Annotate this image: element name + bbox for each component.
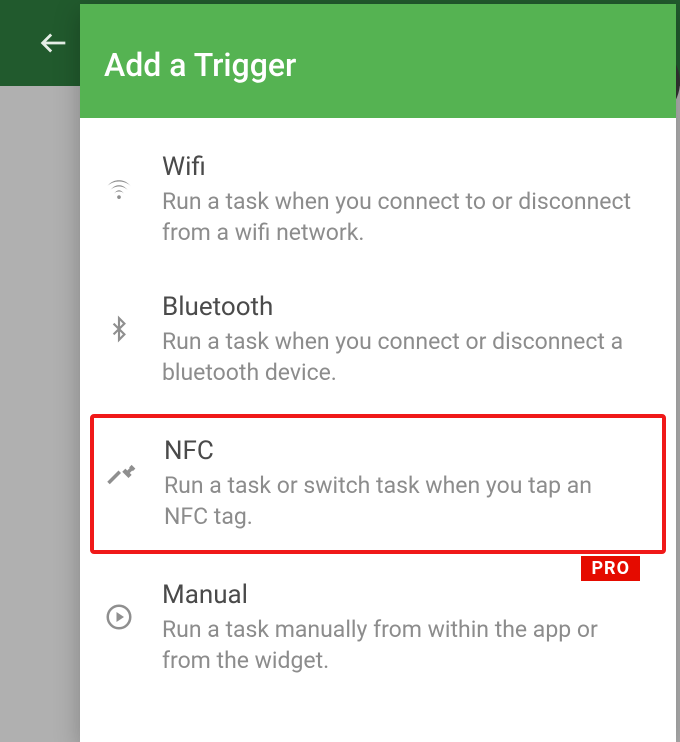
trigger-text: Bluetooth Run a task when you connect or…: [162, 292, 642, 388]
trigger-description: Run a task or switch task when you tap a…: [164, 470, 640, 532]
add-trigger-dialog: Add a Trigger Wifi Run a task when you c…: [80, 4, 676, 742]
bluetooth-icon: [102, 292, 136, 344]
trigger-description: Run a task manually from within the app …: [162, 614, 642, 676]
trigger-item-wifi[interactable]: Wifi Run a task when you connect to or d…: [80, 130, 676, 270]
trigger-text: Wifi Run a task when you connect to or d…: [162, 152, 642, 248]
trigger-text: NFC Run a task or switch task when you t…: [164, 436, 640, 532]
trigger-description: Run a task when you connect to or discon…: [162, 186, 642, 248]
trigger-title: Manual: [162, 580, 642, 610]
trigger-list: Wifi Run a task when you connect to or d…: [80, 118, 676, 698]
dialog-title: Add a Trigger: [104, 46, 296, 84]
trigger-title: Bluetooth: [162, 292, 642, 322]
trigger-item-nfc[interactable]: NFC Run a task or switch task when you t…: [104, 436, 640, 532]
highlight-annotation: NFC Run a task or switch task when you t…: [90, 414, 666, 554]
pro-badge: PRO: [581, 556, 640, 581]
trigger-item-bluetooth[interactable]: Bluetooth Run a task when you connect or…: [80, 270, 676, 410]
wifi-icon: [102, 152, 136, 204]
dialog-header: Add a Trigger: [80, 4, 676, 118]
nfc-icon: [104, 436, 138, 488]
trigger-text: Manual Run a task manually from within t…: [162, 580, 642, 676]
trigger-title: NFC: [164, 436, 640, 466]
back-icon[interactable]: [34, 26, 74, 60]
trigger-title: Wifi: [162, 152, 642, 182]
play-circle-icon: [102, 580, 136, 632]
trigger-description: Run a task when you connect or disconnec…: [162, 326, 642, 388]
